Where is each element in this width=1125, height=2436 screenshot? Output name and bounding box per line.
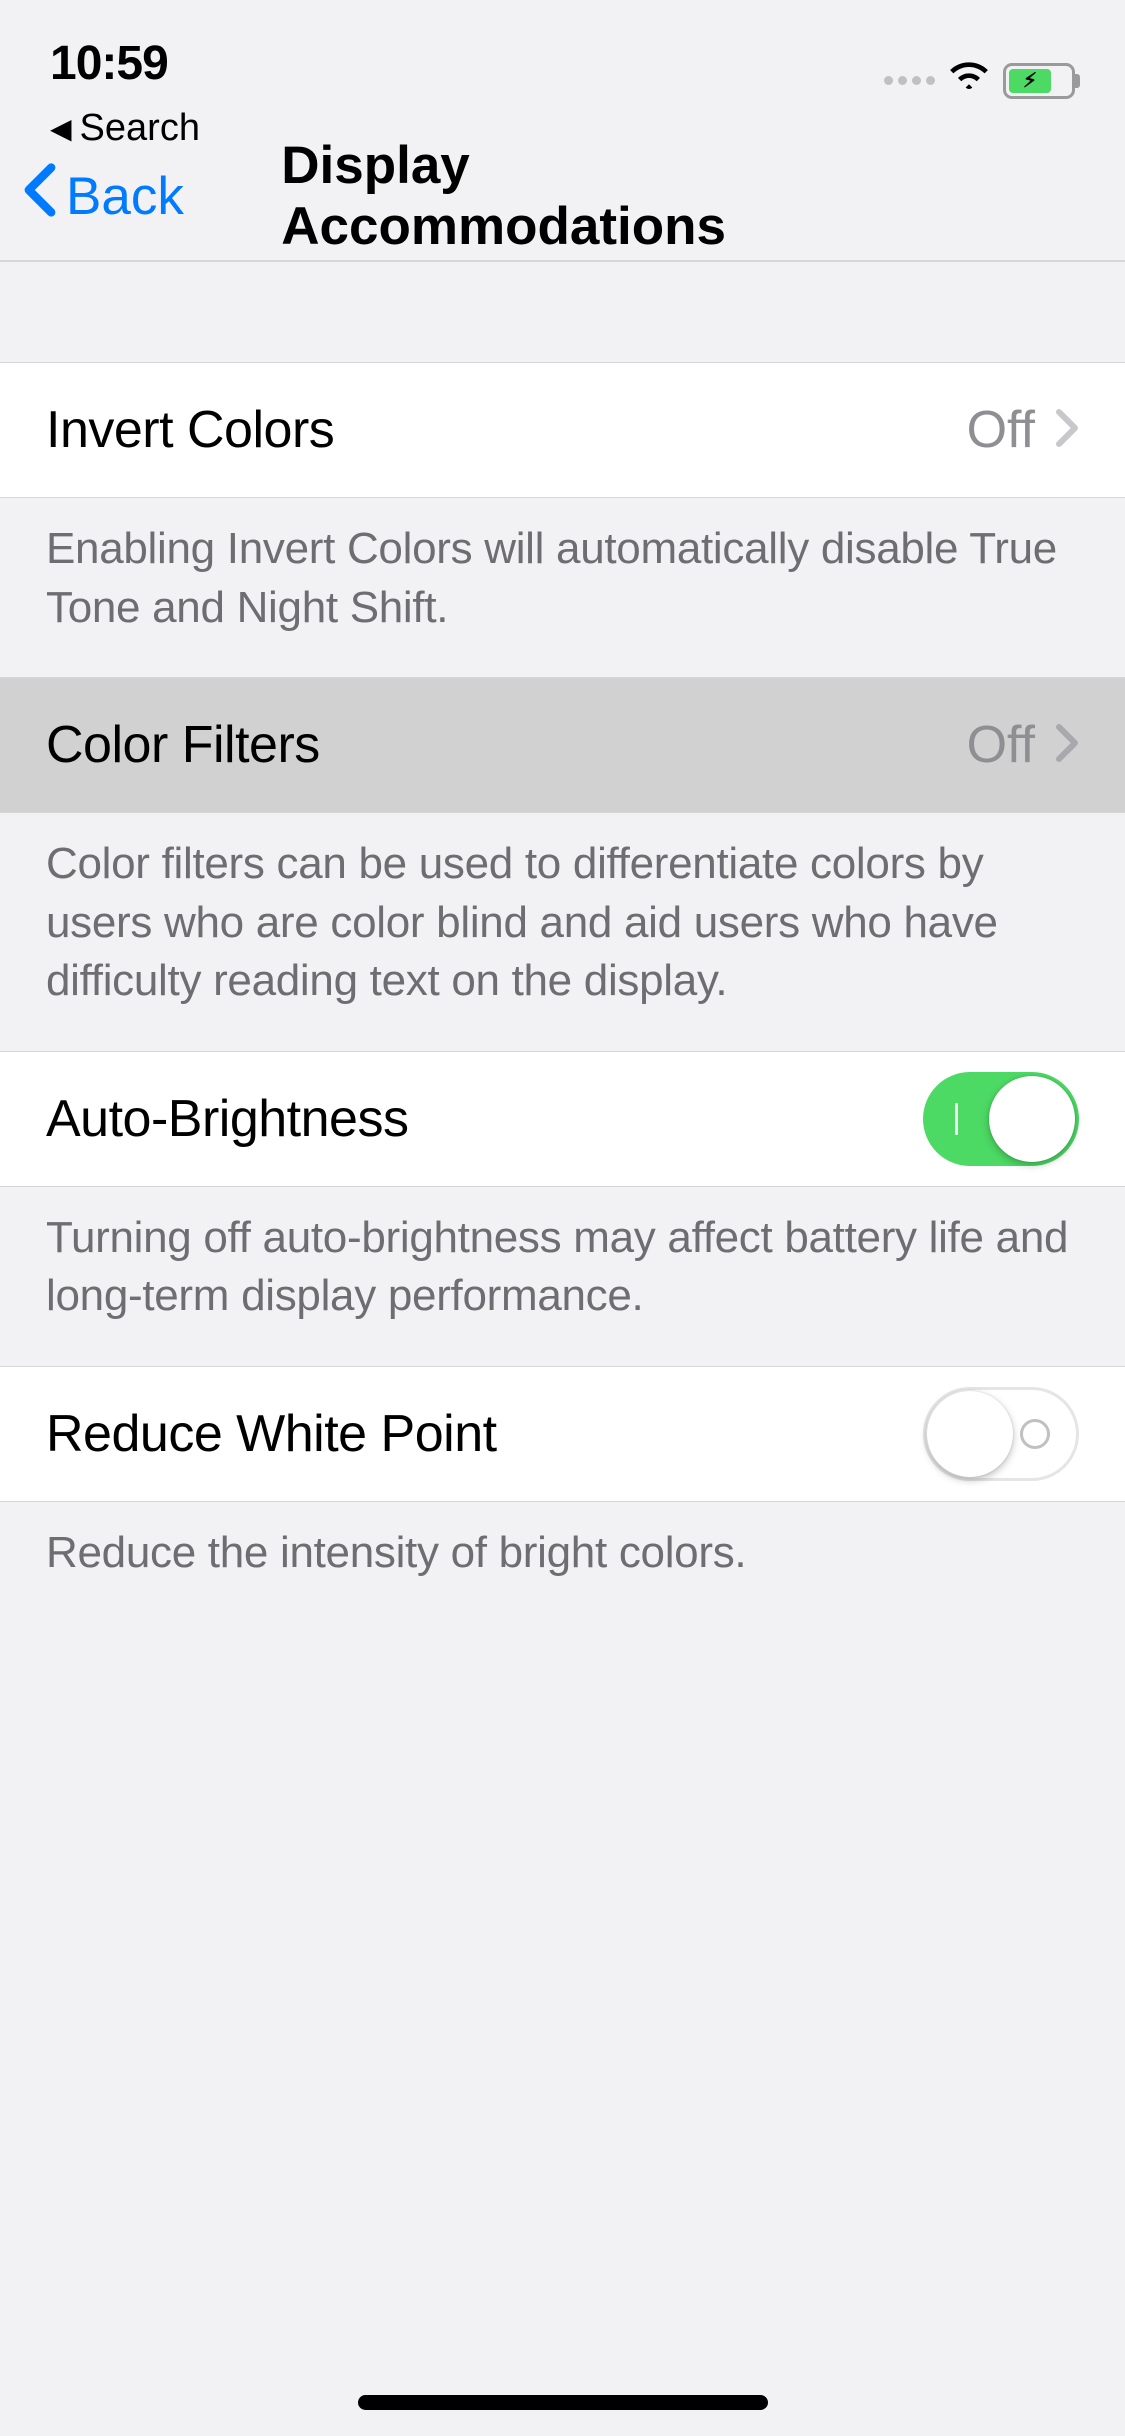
battery-icon: ⚡︎ — [1003, 63, 1075, 99]
toggle-knob — [989, 1076, 1075, 1162]
chevron-left-icon — [20, 162, 60, 231]
color-filters-row[interactable]: Color Filters Off — [0, 677, 1125, 813]
auto-brightness-label: Auto-Brightness — [46, 1089, 408, 1149]
nav-bar: Back Display Accommodations — [0, 132, 1125, 262]
cell-right: Off — [967, 715, 1079, 775]
back-button[interactable]: Back — [20, 162, 184, 231]
invert-colors-value: Off — [967, 400, 1035, 460]
toggle-knob — [927, 1391, 1013, 1477]
status-right: ⚡︎ — [884, 36, 1075, 105]
reduce-white-point-label: Reduce White Point — [46, 1404, 497, 1464]
color-filters-footer: Color filters can be used to differentia… — [0, 813, 1125, 1051]
cell-right: Off — [967, 400, 1079, 460]
chevron-right-icon — [1055, 723, 1079, 768]
reduce-white-point-toggle[interactable] — [923, 1387, 1079, 1481]
wifi-icon — [947, 56, 991, 105]
status-time: 10:59 — [50, 36, 200, 91]
charging-bolt-icon: ⚡︎ — [1023, 68, 1037, 93]
reduce-white-point-footer: Reduce the intensity of bright colors. — [0, 1502, 1125, 1623]
battery-fill: ⚡︎ — [1009, 69, 1051, 93]
section-spacer — [0, 262, 1125, 362]
color-filters-label: Color Filters — [46, 715, 320, 775]
home-indicator[interactable] — [358, 2395, 768, 2410]
invert-colors-row[interactable]: Invert Colors Off — [0, 362, 1125, 498]
chevron-right-icon — [1055, 408, 1079, 453]
invert-colors-label: Invert Colors — [46, 400, 334, 460]
status-bar: 10:59 ◀ Search ⚡︎ — [0, 0, 1125, 132]
auto-brightness-row: Auto-Brightness — [0, 1051, 1125, 1187]
invert-colors-footer: Enabling Invert Colors will automaticall… — [0, 498, 1125, 677]
signal-dots-icon — [884, 76, 935, 85]
color-filters-value: Off — [967, 715, 1035, 775]
back-label: Back — [66, 166, 184, 227]
auto-brightness-footer: Turning off auto-brightness may affect b… — [0, 1187, 1125, 1366]
reduce-white-point-row: Reduce White Point — [0, 1366, 1125, 1502]
page-title: Display Accommodations — [281, 135, 844, 257]
auto-brightness-toggle[interactable] — [923, 1072, 1079, 1166]
